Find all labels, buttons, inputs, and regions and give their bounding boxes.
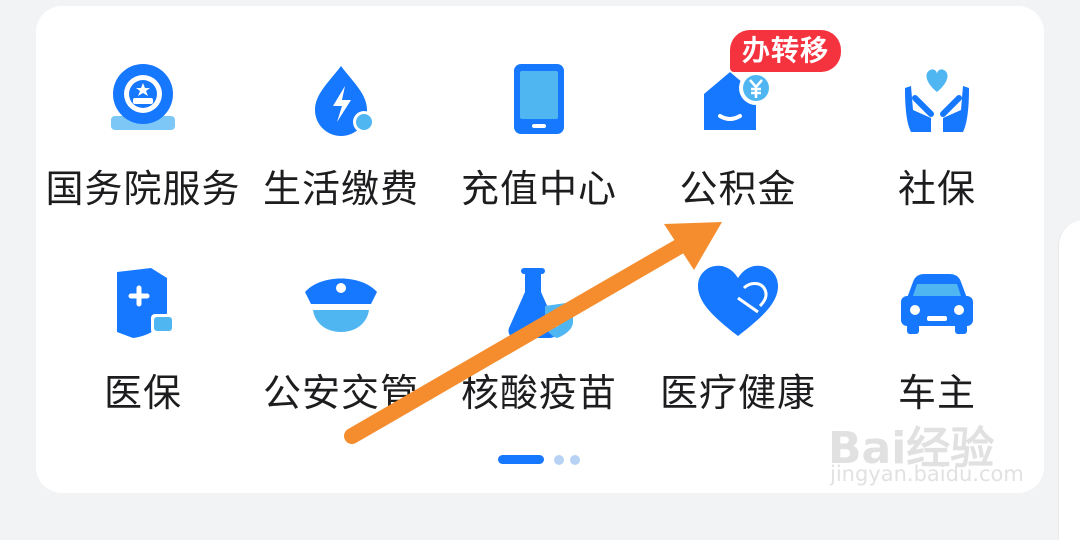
page-dot	[554, 455, 564, 465]
flask-shield-icon	[499, 262, 579, 342]
service-item-car-owner[interactable]: 车主	[837, 0, 1037, 415]
service-label: 医疗健康	[659, 371, 816, 415]
heart-icon	[698, 262, 778, 342]
service-label: 公安交管	[262, 371, 419, 415]
service-label: 医保	[103, 371, 182, 415]
service-item-medical-insurance[interactable]: 医保	[43, 0, 243, 415]
service-label: 车主	[897, 371, 976, 415]
police-cap-icon	[301, 262, 381, 342]
page-dot-active	[498, 455, 544, 464]
housing-fund-transfer-badge: 办转移	[730, 30, 842, 72]
service-item-traffic-police[interactable]: 公安交管	[241, 0, 441, 415]
service-item-medical-health[interactable]: 医疗健康	[638, 0, 838, 415]
service-item-nucleic-acid-vaccine[interactable]: 核酸疫苗	[439, 0, 639, 415]
watermark-url: jingyan.baidu.com	[830, 462, 1024, 486]
baidu-jingyan-watermark: Bai经验 jingyan.baidu.com	[828, 412, 1028, 492]
service-label: 核酸疫苗	[460, 371, 617, 415]
page-dot	[570, 455, 580, 465]
car-icon	[897, 262, 977, 342]
medical-shield-icon	[103, 262, 183, 342]
